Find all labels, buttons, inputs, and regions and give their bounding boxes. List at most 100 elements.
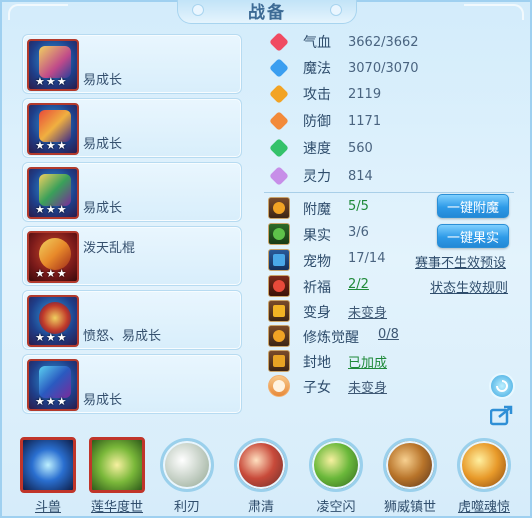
blessing-icon <box>268 275 290 297</box>
equipment-thumbnail: ★★★ <box>27 167 79 219</box>
stat-label: 速度 <box>303 141 331 157</box>
stat-row-defense: 防御 1171 <box>268 110 381 132</box>
star-rating: ★★★ <box>35 331 68 344</box>
equipment-card[interactable]: ★★★ 易成长 <box>22 34 242 94</box>
skill-slot[interactable]: 利刃 <box>157 434 217 515</box>
stat-value: 3070/3070 <box>348 60 419 76</box>
beast-skill-icon <box>20 437 76 493</box>
skill-label: 斗兽 <box>34 500 61 515</box>
equipment-thumbnail: ★★★ <box>27 231 79 283</box>
equipment-card[interactable]: ★★★ 易成长 <box>22 354 242 414</box>
extra-value[interactable]: 2/2 <box>348 277 369 292</box>
page-title: 战备 <box>248 3 286 23</box>
one-click-enchant-button[interactable]: 一键附魔 <box>437 194 509 218</box>
title-ornament-right <box>330 4 342 16</box>
equipment-trait: 易成长 <box>83 393 123 408</box>
star-rating: ★★★ <box>35 267 68 280</box>
corner-ornament-right <box>464 4 524 20</box>
equipment-trait: 易成长 <box>83 73 123 88</box>
stat-row-spirit: 灵力 814 <box>268 165 373 187</box>
extra-row-fief: 封地 已加成 <box>268 350 508 372</box>
equipment-thumbnail: ★★★ <box>27 295 79 347</box>
refresh-icon[interactable] <box>489 373 515 399</box>
fruit-icon <box>268 223 290 245</box>
spirit-icon <box>268 165 290 187</box>
fief-icon <box>268 350 290 372</box>
skill-label: 肃清 <box>247 500 274 515</box>
extra-value[interactable]: 0/8 <box>378 327 399 342</box>
extra-row-child: 子女 未变身 <box>268 375 508 397</box>
stat-label: 防御 <box>303 114 331 130</box>
title-bar: 战备 <box>177 0 357 24</box>
stat-label: 魔法 <box>303 61 331 77</box>
equipment-card[interactable]: ★★★ 愤怒、易成长 <box>22 290 242 350</box>
stat-row-hp: 气血 3662/3662 <box>268 31 419 53</box>
stat-value: 2119 <box>348 86 382 102</box>
extra-label: 子女 <box>303 380 331 396</box>
skill-slot[interactable]: 虎噬魂惊 <box>454 434 514 515</box>
skill-slot[interactable]: 狮威镇世 <box>380 434 440 515</box>
extra-value[interactable]: 未变身 <box>348 302 387 321</box>
stat-row-speed: 速度 560 <box>268 137 373 159</box>
equipment-trait: 易成长 <box>83 201 123 216</box>
title-ornament-left <box>192 4 204 16</box>
stat-label: 攻击 <box>303 87 331 103</box>
extra-value: 17/14 <box>348 251 386 266</box>
stat-value: 560 <box>348 140 373 156</box>
extra-value: 3/6 <box>348 225 369 240</box>
star-rating: ★★★ <box>35 203 68 216</box>
skill-slot[interactable]: 肃清 <box>231 434 291 515</box>
rules-link[interactable]: 状态生效规则 <box>430 277 508 296</box>
skill-slot[interactable]: 斗兽 <box>18 434 78 515</box>
ring-icon <box>39 302 71 334</box>
sword-icon <box>268 83 290 105</box>
skill-slot[interactable]: 凌空闪 <box>306 434 366 515</box>
star-rating: ★★★ <box>35 395 68 408</box>
extra-value: 5/5 <box>348 199 369 214</box>
extra-value[interactable]: 未变身 <box>348 377 387 396</box>
enchant-icon <box>268 197 290 219</box>
star-rating: ★★★ <box>35 75 68 88</box>
extra-row-cultivation: 修炼觉醒 0/8 <box>268 325 508 347</box>
pet-icon <box>268 249 290 271</box>
skill-label: 凌空闪 <box>316 500 356 515</box>
extra-label: 封地 <box>303 355 331 371</box>
equipment-card[interactable]: ★★★ 易成长 <box>22 162 242 222</box>
necklace-icon <box>39 174 71 206</box>
equipment-trait: 易成长 <box>83 137 123 152</box>
tiger-skill-icon <box>457 438 511 492</box>
stat-label: 气血 <box>303 35 331 51</box>
extra-label: 修炼觉醒 <box>303 330 359 346</box>
stat-label: 灵力 <box>303 169 331 185</box>
blade-skill-icon <box>160 438 214 492</box>
skill-label: 莲华度世 <box>90 500 143 515</box>
equipment-thumbnail: ★★★ <box>27 39 79 91</box>
armor-icon <box>39 110 71 142</box>
equipment-card[interactable]: ★★★ 泼天乱棍 <box>22 226 242 286</box>
extra-label: 宠物 <box>303 254 331 270</box>
equipment-card[interactable]: ★★★ 易成长 <box>22 98 242 158</box>
lion-skill-icon <box>383 438 437 492</box>
extra-value[interactable]: 已加成 <box>348 352 387 371</box>
extra-label: 祈福 <box>303 280 331 296</box>
equipment-thumbnail: ★★★ <box>27 103 79 155</box>
sky-flash-skill-icon <box>309 438 363 492</box>
extra-label: 附魔 <box>303 202 331 218</box>
extra-label: 果实 <box>303 228 331 244</box>
stat-value: 814 <box>348 168 373 184</box>
divider <box>264 192 514 193</box>
share-icon[interactable] <box>489 402 515 428</box>
preset-link[interactable]: 赛事不生效预设 <box>415 252 506 271</box>
extra-label: 变身 <box>303 305 331 321</box>
one-click-fruit-button[interactable]: 一键果实 <box>437 224 509 248</box>
helmet-icon <box>39 46 71 78</box>
speed-icon <box>268 137 290 159</box>
child-icon <box>268 375 290 397</box>
boots-icon <box>39 366 71 398</box>
skill-slot[interactable]: 莲华度世 <box>87 434 147 515</box>
lotus-skill-icon <box>89 437 145 493</box>
skill-label: 利刃 <box>173 500 200 515</box>
stat-row-mp: 魔法 3070/3070 <box>268 57 419 79</box>
equipment-thumbnail: ★★★ <box>27 359 79 411</box>
transform-icon <box>268 300 290 322</box>
